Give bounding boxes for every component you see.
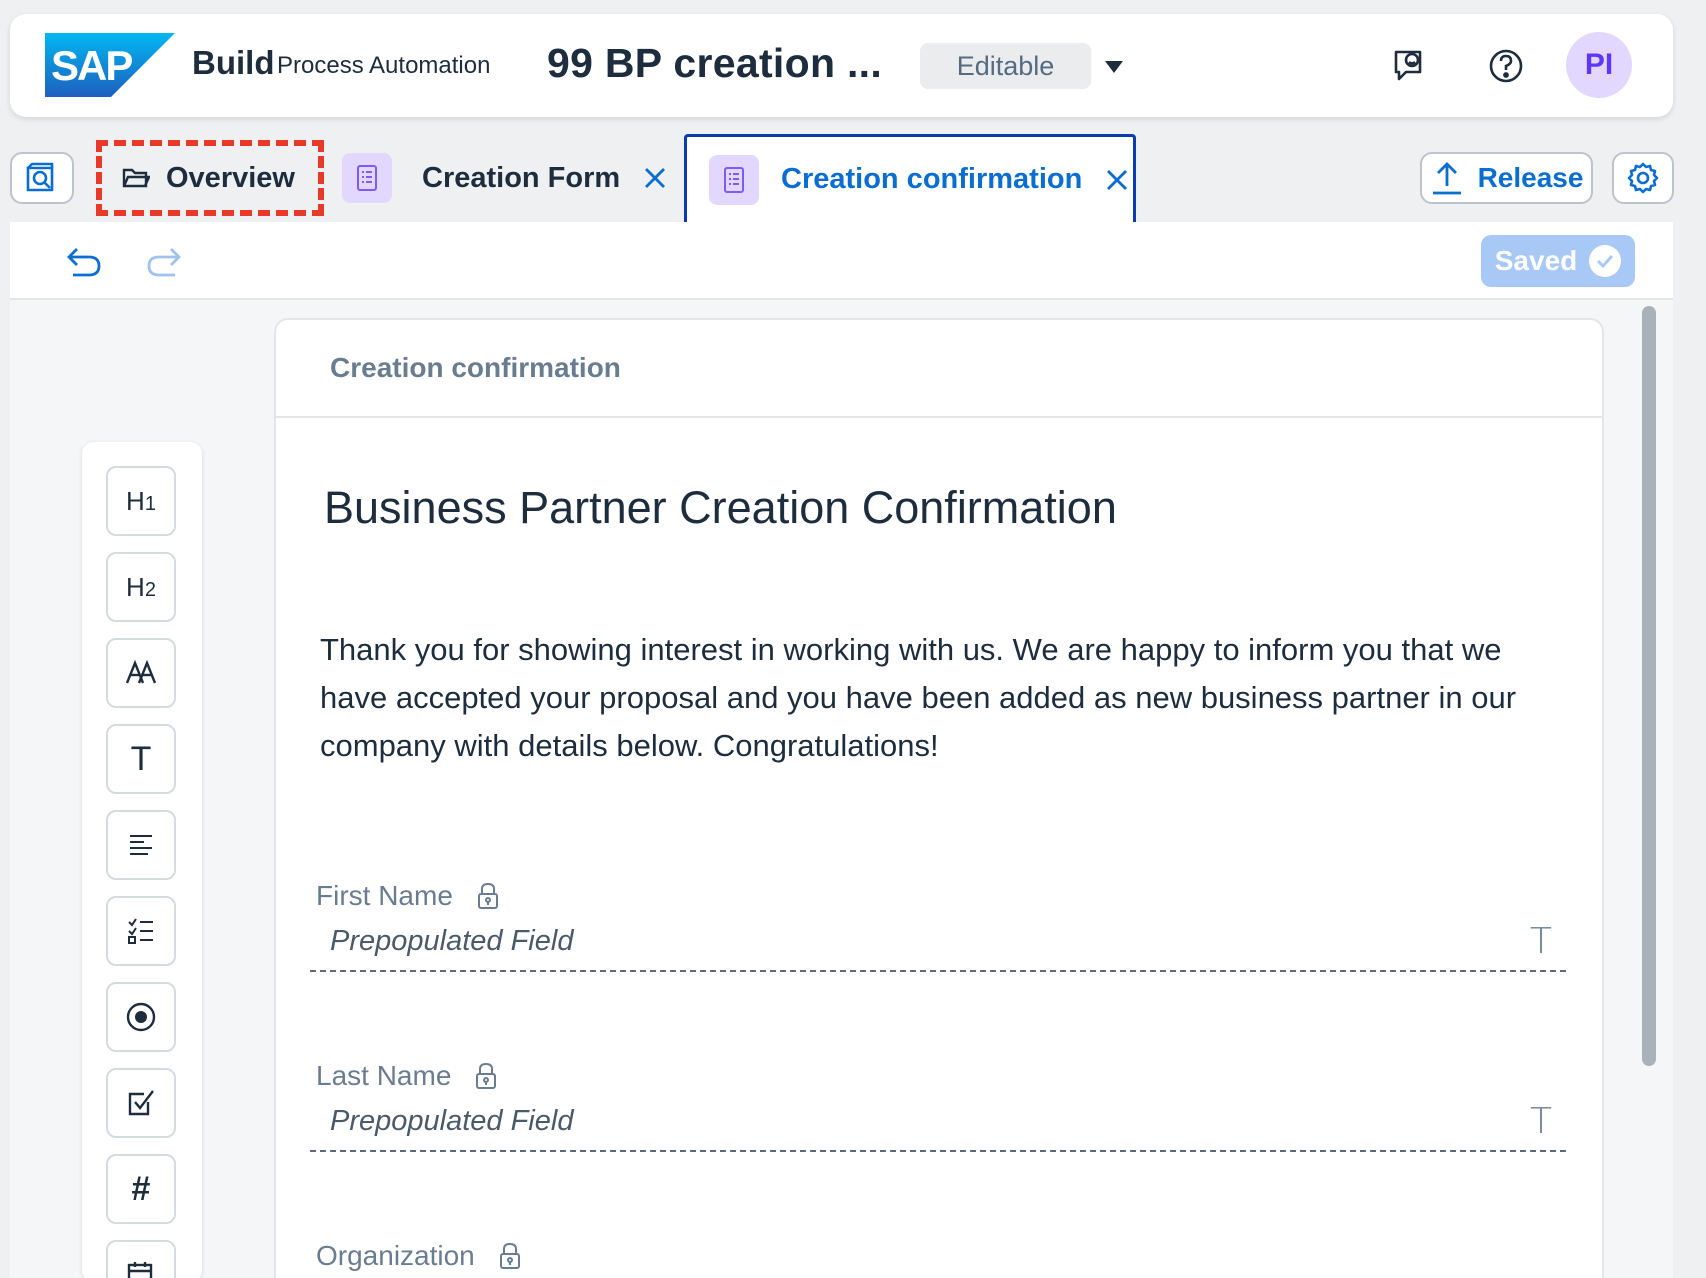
heading2-control[interactable]: H2 bbox=[106, 552, 176, 622]
tab-creation-confirmation-label: Creation confirmation bbox=[781, 163, 1083, 195]
tab-overview-label: Overview bbox=[166, 161, 295, 194]
heading1-icon: H1 bbox=[126, 485, 156, 516]
text-style-icon bbox=[125, 659, 157, 684]
search-document-button[interactable] bbox=[10, 152, 74, 204]
sap-logo[interactable]: SAP bbox=[45, 33, 175, 97]
checkbox-control[interactable] bbox=[106, 1068, 176, 1138]
tab-creation-confirmation[interactable]: Creation confirmation bbox=[684, 134, 1136, 222]
help-icon[interactable] bbox=[1482, 42, 1530, 90]
number-icon: # bbox=[131, 1169, 151, 1208]
text-type-icon: T bbox=[1530, 920, 1552, 962]
number-control[interactable]: # bbox=[106, 1154, 176, 1224]
heading1-control[interactable]: H1 bbox=[106, 466, 176, 536]
project-title[interactable]: 99 BP creation ... bbox=[547, 40, 882, 87]
close-icon[interactable] bbox=[1102, 165, 1132, 195]
saved-button[interactable]: Saved bbox=[1481, 235, 1635, 287]
lock-icon bbox=[476, 1062, 497, 1089]
form-document-icon bbox=[709, 154, 759, 205]
first-name-label[interactable]: First Name bbox=[316, 880, 499, 912]
feedback-icon[interactable] bbox=[1386, 42, 1434, 90]
gear-icon bbox=[1627, 162, 1659, 194]
paragraph-control[interactable] bbox=[106, 810, 176, 880]
field-label-text: Last Name bbox=[316, 1060, 452, 1091]
folder-icon bbox=[122, 168, 150, 188]
saved-label: Saved bbox=[1494, 245, 1578, 276]
form-document-icon bbox=[342, 153, 392, 203]
radio-control[interactable] bbox=[106, 982, 176, 1052]
control-palette: H1 H2 T # bbox=[82, 442, 202, 1278]
lock-icon bbox=[477, 882, 498, 909]
product-name: Build bbox=[192, 44, 275, 81]
close-icon[interactable] bbox=[640, 163, 670, 193]
checklist-icon bbox=[128, 918, 153, 944]
calendar-icon bbox=[127, 1262, 153, 1278]
paragraph-icon bbox=[130, 835, 152, 855]
form-paragraph[interactable]: Thank you for showing interest in workin… bbox=[320, 626, 1520, 770]
lock-icon bbox=[499, 1242, 520, 1269]
organization-label[interactable]: Organization bbox=[316, 1240, 521, 1272]
field-placeholder: Prepopulated Field bbox=[330, 924, 574, 957]
text-style-control[interactable] bbox=[106, 638, 176, 708]
upload-icon bbox=[1432, 162, 1461, 195]
tab-creation-form-label: Creation Form bbox=[422, 161, 621, 194]
status-badge[interactable]: Editable bbox=[920, 43, 1091, 89]
editor-area: Saved H1 H2 T # Creation confirmation Bu… bbox=[10, 222, 1673, 1278]
svg-text:SAP: SAP bbox=[51, 42, 132, 89]
checklist-control[interactable] bbox=[106, 896, 176, 966]
field-label-text: Organization bbox=[316, 1240, 475, 1271]
search-document-icon bbox=[26, 162, 54, 192]
vertical-scrollbar[interactable] bbox=[1642, 306, 1656, 1066]
check-icon bbox=[1589, 245, 1622, 277]
release-label: Release bbox=[1477, 162, 1584, 193]
radio-icon bbox=[126, 1002, 156, 1032]
text-icon: T bbox=[130, 739, 152, 778]
tab-overview[interactable]: Overview bbox=[96, 140, 324, 216]
last-name-label[interactable]: Last Name bbox=[316, 1060, 497, 1092]
first-name-field[interactable]: Prepopulated Field T bbox=[310, 912, 1566, 972]
settings-button[interactable] bbox=[1612, 152, 1674, 204]
shell-bar: SAP Build Process Automation 99 BP creat… bbox=[10, 14, 1673, 117]
field-placeholder: Prepopulated Field bbox=[330, 1104, 574, 1137]
form-card-title: Creation confirmation bbox=[276, 320, 1602, 418]
chevron-down-icon[interactable] bbox=[1103, 59, 1125, 75]
tab-creation-form[interactable]: Creation Form bbox=[342, 150, 670, 206]
field-label-text: First Name bbox=[316, 880, 453, 911]
last-name-field[interactable]: Prepopulated Field T bbox=[310, 1092, 1566, 1152]
text-type-icon: T bbox=[1530, 1100, 1552, 1142]
form-canvas: Creation confirmation Business Partner C… bbox=[274, 318, 1604, 1278]
text-control[interactable]: T bbox=[106, 724, 176, 794]
avatar[interactable]: PI bbox=[1566, 32, 1632, 98]
heading2-icon: H2 bbox=[126, 571, 156, 602]
editor-toolbar: Saved bbox=[10, 222, 1673, 300]
product-subtitle: Process Automation bbox=[277, 52, 491, 79]
release-button[interactable]: Release bbox=[1420, 152, 1593, 204]
redo-icon[interactable] bbox=[142, 240, 186, 284]
checkbox-icon bbox=[128, 1090, 154, 1116]
form-heading[interactable]: Business Partner Creation Confirmation bbox=[324, 482, 1117, 534]
undo-icon[interactable] bbox=[62, 240, 106, 284]
date-control[interactable] bbox=[106, 1240, 176, 1278]
